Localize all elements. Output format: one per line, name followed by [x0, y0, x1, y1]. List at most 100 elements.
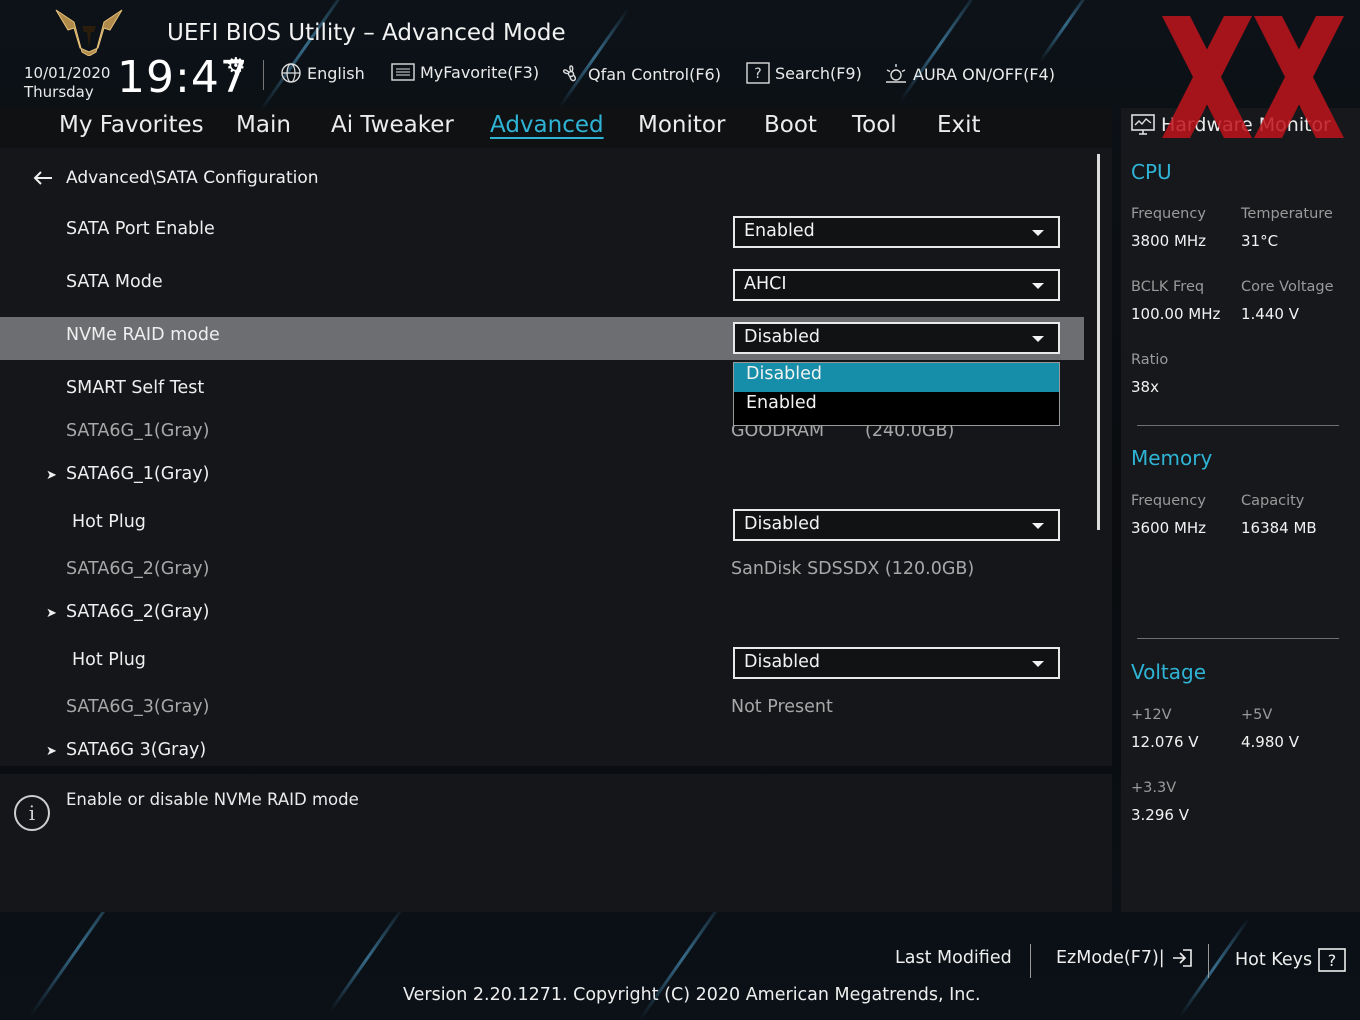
xx-watermark-logo: [1162, 16, 1344, 138]
section-divider: [1137, 425, 1339, 426]
v5-label: +5V: [1241, 707, 1273, 723]
breadcrumb: Advanced\SATA Configuration: [32, 168, 319, 188]
aura-light-icon: [886, 64, 906, 83]
clock-settings-gear-icon[interactable]: ⚙: [226, 54, 246, 79]
search-button[interactable]: ? Search(F9): [746, 62, 862, 84]
version-text: Version 2.20.1271. Copyright (C) 2020 Am…: [403, 985, 981, 1005]
bclk-value: 100.00 MHz: [1131, 305, 1221, 323]
memory-frequency-value: 3600 MHz: [1131, 519, 1207, 537]
expand-arrow-icon: ➤: [46, 468, 57, 483]
nvme-raid-dropdown[interactable]: Disabled: [733, 322, 1060, 354]
hot-plug-2-dropdown[interactable]: Disabled: [733, 647, 1060, 679]
qfan-button[interactable]: Qfan Control(F6): [559, 62, 721, 86]
memory-capacity-value: 16384 MB: [1241, 519, 1317, 537]
scrollbar[interactable]: [1097, 154, 1100, 530]
voltage-heading: Voltage: [1131, 660, 1207, 684]
footer-bar: Last Modified EzMode(F7)| Hot Keys ? Ver…: [0, 912, 1360, 1020]
tab-boot[interactable]: Boot: [764, 112, 817, 138]
sata-mode-dropdown[interactable]: AHCI: [733, 269, 1060, 301]
qfan-label: Qfan Control(F6): [588, 64, 721, 84]
hot-keys-label: Hot Keys: [1235, 950, 1313, 970]
memory-frequency-label: Frequency: [1131, 493, 1206, 509]
expand-arrow-icon: ➤: [46, 606, 57, 621]
ratio-label: Ratio: [1131, 352, 1169, 368]
main-nav-tabs: My Favorites Main Ai Tweaker Advanced Mo…: [0, 108, 1112, 148]
v33-label: +3.3V: [1131, 780, 1177, 796]
hot-plug-1-label: Hot Plug: [72, 512, 146, 532]
search-label: Search(F9): [775, 63, 862, 83]
section-divider: [1137, 638, 1339, 639]
last-modified-button[interactable]: Last Modified: [895, 948, 1012, 968]
chevron-down-icon: [1032, 336, 1044, 342]
cpu-temperature-label: Temperature: [1241, 206, 1333, 222]
language-label: English: [307, 63, 365, 83]
back-arrow-icon[interactable]: [32, 170, 54, 186]
breadcrumb-path: Advanced\SATA Configuration: [66, 168, 319, 188]
hot-keys-button[interactable]: Hot Keys ?: [1235, 948, 1346, 972]
sata1-submenu[interactable]: SATA6G_1(Gray): [66, 464, 209, 484]
help-text: Enable or disable NVMe RAID mode: [66, 790, 359, 809]
footer-divider: [1208, 944, 1209, 978]
cpu-temperature-value: 31°C: [1241, 232, 1279, 250]
sata-mode-value: AHCI: [744, 274, 787, 294]
hot-plug-1-value: Disabled: [744, 514, 821, 534]
option-disabled[interactable]: Disabled: [734, 363, 1059, 392]
sata1-info-label: SATA6G_1(Gray): [66, 421, 210, 441]
sata-port-enable-dropdown[interactable]: Enabled: [733, 216, 1060, 248]
option-enabled[interactable]: Enabled: [734, 392, 1059, 421]
hot-plug-1-dropdown[interactable]: Disabled: [733, 509, 1060, 541]
aura-button[interactable]: AURA ON/OFF(F4): [884, 62, 1055, 86]
search-help-icon: ?: [746, 62, 770, 84]
chevron-down-icon: [1032, 230, 1044, 236]
ratio-value: 38x: [1131, 378, 1159, 396]
sata-port-enable-value: Enabled: [744, 221, 815, 241]
date-display: 10/01/2020 Thursday: [24, 64, 110, 102]
sata2-device: SanDisk SDSSDX (120.0GB): [731, 559, 975, 579]
tab-tool[interactable]: Tool: [852, 112, 897, 138]
sata2-info-label: SATA6G_2(Gray): [66, 559, 210, 579]
v12-label: +12V: [1131, 707, 1172, 723]
memory-capacity-label: Capacity: [1241, 493, 1305, 509]
tab-ai-tweaker[interactable]: Ai Tweaker: [331, 112, 454, 138]
tab-monitor[interactable]: Monitor: [638, 112, 725, 138]
header-divider: [263, 60, 264, 90]
core-voltage-label: Core Voltage: [1241, 279, 1334, 295]
sata2-submenu[interactable]: SATA6G_2(Gray): [66, 602, 209, 622]
monitor-icon: [1131, 114, 1155, 135]
aura-label: AURA ON/OFF(F4): [913, 64, 1055, 84]
ezmode-button[interactable]: EzMode(F7)|: [1056, 948, 1193, 968]
favorite-list-icon: [391, 63, 415, 81]
exit-arrow-icon: [1172, 949, 1192, 967]
header-bar: UEFI BIOS Utility – Advanced Mode 10/01/…: [0, 0, 1360, 108]
help-box-icon: ?: [1318, 948, 1346, 972]
tab-exit[interactable]: Exit: [937, 112, 981, 138]
expand-arrow-icon: ➤: [46, 744, 57, 759]
sata-mode-label: SATA Mode: [66, 272, 163, 292]
app-title: UEFI BIOS Utility – Advanced Mode: [167, 20, 566, 46]
hot-plug-2-label: Hot Plug: [72, 650, 146, 670]
bclk-label: BCLK Freq: [1131, 279, 1205, 295]
language-button[interactable]: English: [280, 62, 365, 84]
date-text: 10/01/2020: [24, 64, 111, 82]
hardware-monitor-panel: Hardware Monitor CPU Frequency 3800 MHz …: [1121, 108, 1360, 912]
sata3-submenu[interactable]: SATA6G 3(Gray): [66, 740, 206, 760]
nvme-raid-options-popup: Disabled Enabled: [733, 362, 1060, 426]
myfavorite-button[interactable]: MyFavorite(F3): [391, 62, 539, 82]
settings-panel: Advanced\SATA Configuration SATA Port En…: [0, 148, 1112, 766]
memory-heading: Memory: [1131, 446, 1213, 470]
cpu-frequency-label: Frequency: [1131, 206, 1206, 222]
sata3-device: Not Present: [731, 697, 833, 717]
smart-self-test-label: SMART Self Test: [66, 378, 205, 398]
sata-port-enable-label: SATA Port Enable: [66, 219, 215, 239]
v5-value: 4.980 V: [1241, 733, 1299, 751]
help-panel: i Enable or disable NVMe RAID mode: [0, 774, 1112, 912]
footer-divider: [1030, 944, 1031, 978]
info-icon: i: [14, 795, 50, 831]
tab-main[interactable]: Main: [236, 112, 291, 138]
cpu-frequency-value: 3800 MHz: [1131, 232, 1207, 250]
globe-icon: [281, 63, 301, 83]
tab-my-favorites[interactable]: My Favorites: [59, 112, 204, 138]
nvme-raid-value: Disabled: [744, 327, 821, 347]
v12-value: 12.076 V: [1131, 733, 1199, 751]
tab-advanced[interactable]: Advanced: [490, 112, 604, 138]
